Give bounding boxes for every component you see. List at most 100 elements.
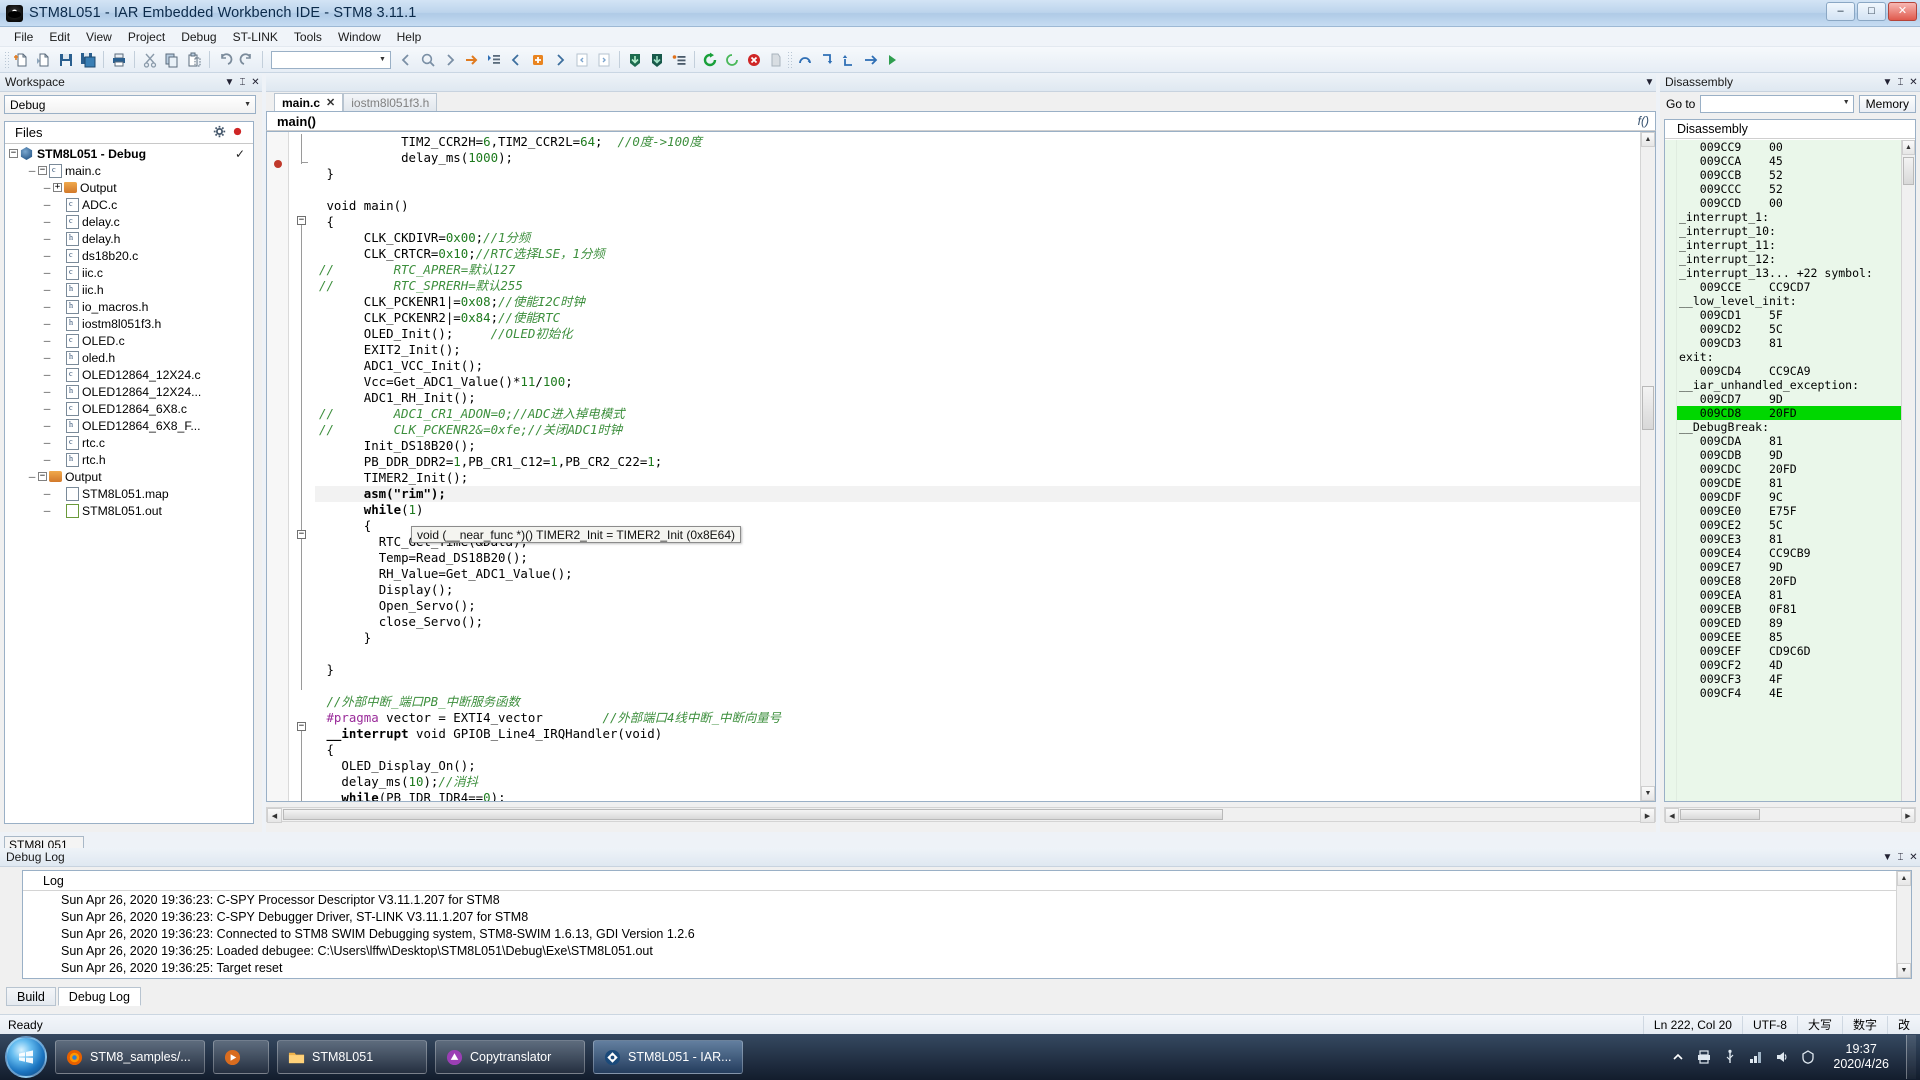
expand-toggle-icon[interactable]: + [53, 183, 62, 192]
tree-item[interactable]: — ADC.c [5, 196, 253, 213]
disassembly-instruction-row[interactable]: 009CE7 9D [1665, 560, 1915, 574]
fold-toggle-icon[interactable]: − [297, 216, 306, 225]
tree-item[interactable]: — iic.c [5, 264, 253, 281]
disassembly-instruction-row[interactable]: 009CEA 81 [1665, 588, 1915, 602]
find-icon[interactable] [417, 49, 439, 71]
new-document-icon[interactable] [11, 49, 33, 71]
make-and-restart-icon[interactable] [668, 49, 690, 71]
scrollbar-thumb[interactable] [1903, 157, 1914, 185]
editor-horizontal-scrollbar[interactable]: ◀ ▶ [266, 807, 1656, 823]
breakpoint-marker-icon[interactable] [274, 160, 282, 168]
menu-view[interactable]: View [78, 28, 120, 46]
tab-main-c[interactable]: main.c ✕ [274, 93, 344, 111]
usb-icon[interactable] [1721, 1049, 1738, 1066]
disassembly-instruction-row[interactable]: 009CDE 81 [1665, 476, 1915, 490]
scroll-right-icon[interactable]: ▶ [1901, 808, 1915, 823]
volume-icon[interactable] [1773, 1049, 1790, 1066]
disassembly-label-row[interactable]: _interrupt_10: [1665, 224, 1915, 238]
tree-item[interactable]: — OLED12864_12X24.c [5, 366, 253, 383]
bookmark-toggle-icon[interactable] [483, 49, 505, 71]
menu-window[interactable]: Window [330, 28, 389, 46]
disassembly-instruction-row[interactable]: 009CF3 4F [1665, 672, 1915, 686]
tree-item[interactable]: — STM8L051.out [5, 502, 253, 519]
disassembly-instruction-row[interactable]: 009CDA 81 [1665, 434, 1915, 448]
menu-help[interactable]: Help [389, 28, 430, 46]
next-statement-icon[interactable] [860, 49, 882, 71]
scroll-up-icon[interactable]: ▲ [1902, 140, 1915, 155]
tree-item[interactable]: — oled.h [5, 349, 253, 366]
debug-log-scrollbar[interactable]: ▲ ▼ [1896, 871, 1911, 978]
disassembly-instruction-row[interactable]: 009CCA 45 [1665, 154, 1915, 168]
disassembly-instruction-row[interactable]: 009CEB 0F81 [1665, 602, 1915, 616]
copy-icon[interactable] [161, 49, 183, 71]
navigate-back-icon[interactable] [395, 49, 417, 71]
disassembly-label-row[interactable]: _interrupt_12: [1665, 252, 1915, 266]
tree-item[interactable]: —− main.c [5, 162, 253, 179]
debug-log-list[interactable]: Log Sun Apr 26, 2020 19:36:23: C-SPY Pro… [22, 870, 1912, 979]
navigate-forward-icon[interactable] [439, 49, 461, 71]
disassembly-instruction-row[interactable]: 009CDF 9C [1665, 490, 1915, 504]
maximize-button[interactable]: □ [1857, 2, 1886, 21]
disassembly-instruction-row[interactable]: 009CF2 4D [1665, 658, 1915, 672]
close-icon[interactable]: ✕ [1907, 75, 1920, 90]
dropdown-icon[interactable]: ▼ [1881, 75, 1894, 90]
taskbar-button-explorer[interactable]: STM8L051 [277, 1040, 427, 1074]
scroll-left-icon[interactable]: ◀ [267, 808, 282, 823]
debug-without-download-icon[interactable] [646, 49, 668, 71]
collapse-toggle-icon[interactable]: − [9, 149, 18, 158]
tree-item[interactable]: — iostm8l051f3.h [5, 315, 253, 332]
action-center-icon[interactable] [1799, 1049, 1816, 1066]
network-icon[interactable] [1747, 1049, 1764, 1066]
disassembly-instruction-row[interactable]: 009CC9 00 [1665, 140, 1915, 154]
disassembly-instruction-row[interactable]: 009CE8 20FD [1665, 574, 1915, 588]
disassembly-instruction-row[interactable]: 009CCD 00 [1665, 196, 1915, 210]
tree-item[interactable]: — OLED.c [5, 332, 253, 349]
prev-error-icon[interactable] [571, 49, 593, 71]
menu-tools[interactable]: Tools [286, 28, 330, 46]
disassembly-instruction-row[interactable]: 009CD2 5C [1665, 322, 1915, 336]
disassembly-instruction-row[interactable]: 009CD1 5F [1665, 308, 1915, 322]
disassembly-instruction-row[interactable]: 009CD4 CC9CA9 [1665, 364, 1915, 378]
run-to-cursor-icon[interactable] [882, 49, 904, 71]
pin-icon[interactable]: ⌶ [1894, 850, 1907, 865]
scrollbar-thumb[interactable] [1642, 386, 1654, 430]
function-list-icon[interactable]: f() [1638, 114, 1649, 128]
menu-project[interactable]: Project [120, 28, 173, 46]
disassembly-instruction-row[interactable]: 009CD7 9D [1665, 392, 1915, 406]
scrollbar-thumb-h[interactable] [283, 809, 1223, 820]
tree-item[interactable]: — STM8L051.map [5, 485, 253, 502]
disassembly-instruction-row[interactable]: 009CCB 52 [1665, 168, 1915, 182]
close-icon[interactable]: ✕ [1907, 850, 1920, 865]
disassembly-horizontal-scrollbar[interactable]: ◀ ▶ [1664, 807, 1916, 823]
taskbar-button-copytranslator[interactable]: Copytranslator [435, 1040, 585, 1074]
chevron-up-icon[interactable] [1669, 1049, 1686, 1066]
tree-item[interactable]: — rtc.h [5, 451, 253, 468]
menu-edit[interactable]: Edit [41, 28, 78, 46]
bookmark-prev-icon[interactable] [505, 49, 527, 71]
step-over-icon[interactable] [794, 49, 816, 71]
disassembly-label-row[interactable]: __DebugBreak: [1665, 420, 1915, 434]
stop-debug-icon[interactable] [743, 49, 765, 71]
menu-file[interactable]: File [6, 28, 41, 46]
goto-definition-icon[interactable] [461, 49, 483, 71]
menu-stlink[interactable]: ST-LINK [225, 28, 286, 46]
gear-icon[interactable] [213, 125, 226, 141]
taskbar-button-firefox[interactable]: STM8_samples/... [55, 1040, 205, 1074]
close-icon[interactable]: ✕ [326, 96, 335, 109]
collapse-toggle-icon[interactable]: − [38, 472, 47, 481]
disassembly-instruction-row[interactable]: 009CDC 20FD [1665, 462, 1915, 476]
goto-input[interactable]: ▼ [1700, 95, 1854, 113]
tree-item[interactable]: — delay.c [5, 213, 253, 230]
bookmark-add-icon[interactable] [527, 49, 549, 71]
scroll-down-icon[interactable]: ▼ [1641, 786, 1655, 801]
paste-icon[interactable] [183, 49, 205, 71]
tab-debug-log[interactable]: Debug Log [57, 987, 141, 1006]
dropdown-icon[interactable]: ▼ [1881, 850, 1894, 865]
taskbar-button-iar[interactable]: STM8L051 - IAR... [593, 1040, 743, 1074]
start-button[interactable] [5, 1036, 47, 1078]
scrollbar-thumb-h[interactable] [1680, 809, 1760, 820]
disassembly-instruction-row[interactable]: 009CD8 20FD [1665, 406, 1915, 420]
pin-icon[interactable]: ⌶ [236, 75, 249, 90]
disassembly-instruction-row[interactable]: 009CEE 85 [1665, 630, 1915, 644]
close-button[interactable]: ✕ [1888, 2, 1917, 21]
